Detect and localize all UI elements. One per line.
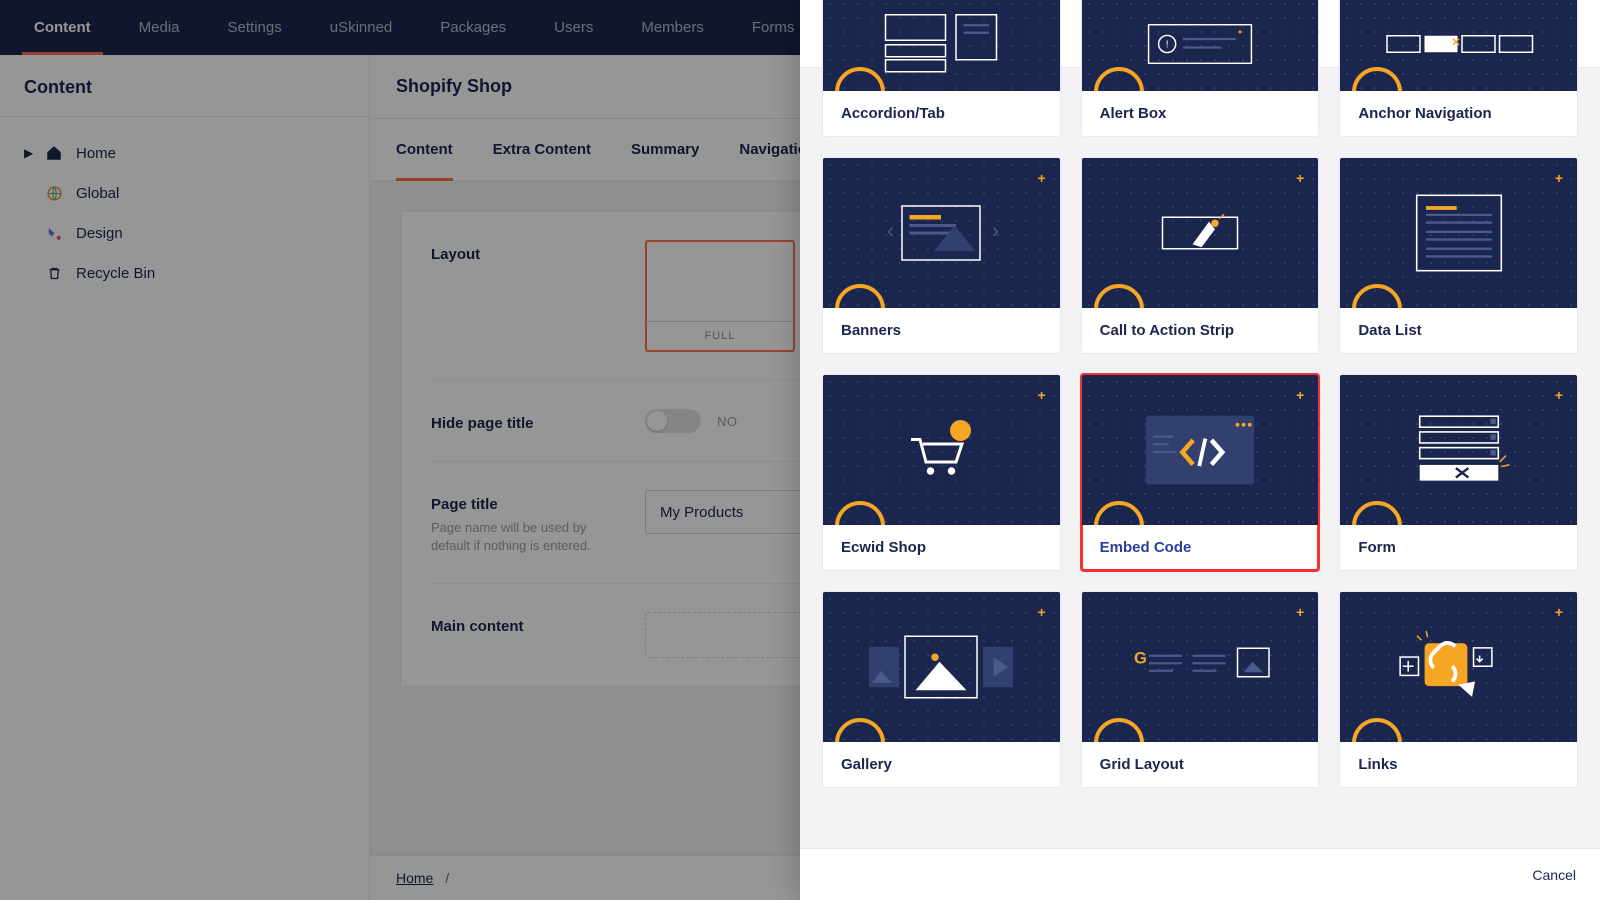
tile-label: Banners: [823, 308, 1060, 353]
anchor-icon: [1340, 0, 1577, 91]
content-tile[interactable]: +Form: [1339, 374, 1578, 571]
cancel-button[interactable]: Cancel: [1532, 867, 1576, 883]
datalist-icon: +: [1340, 158, 1577, 308]
tile-label: Embed Code: [1082, 525, 1319, 570]
slideover-body: Accordion/Tab! Alert Box Anchor Navigation…: [800, 0, 1600, 848]
tile-label: Links: [1340, 742, 1577, 787]
form-icon: +: [1340, 375, 1577, 525]
content-tile[interactable]: ! Alert Box: [1081, 0, 1320, 137]
tile-label: Data List: [1340, 308, 1577, 353]
content-tile[interactable]: +Data List: [1339, 157, 1578, 354]
cta-icon: +: [1082, 158, 1319, 308]
tile-label: Form: [1340, 525, 1577, 570]
tile-label: Anchor Navigation: [1340, 91, 1577, 136]
tile-label: Grid Layout: [1082, 742, 1319, 787]
svg-text:›: ›: [992, 220, 999, 243]
content-tile[interactable]: +‹›Banners: [822, 157, 1061, 354]
accordion-icon: [823, 0, 1060, 91]
content-tile[interactable]: +Gallery: [822, 591, 1061, 788]
content-tile[interactable]: +Call to Action Strip: [1081, 157, 1320, 354]
svg-text:!: !: [1166, 40, 1169, 51]
tile-label: Alert Box: [1082, 91, 1319, 136]
content-tile[interactable]: Anchor Navigation: [1339, 0, 1578, 137]
tile-label: Call to Action Strip: [1082, 308, 1319, 353]
content-tile[interactable]: Accordion/Tab: [822, 0, 1061, 137]
content-tile[interactable]: +Embed Code: [1081, 374, 1320, 571]
slideover-footer: Cancel: [800, 848, 1600, 900]
ecwid-icon: +: [823, 375, 1060, 525]
grid-icon: +G: [1082, 592, 1319, 742]
tile-label: Accordion/Tab: [823, 91, 1060, 136]
tile-label: Gallery: [823, 742, 1060, 787]
svg-text:‹: ‹: [887, 220, 894, 243]
tile-label: Ecwid Shop: [823, 525, 1060, 570]
content-tile[interactable]: +GGrid Layout: [1081, 591, 1320, 788]
content-tile[interactable]: +Links: [1339, 591, 1578, 788]
svg-text:G: G: [1134, 649, 1147, 667]
banner-icon: +‹›: [823, 158, 1060, 308]
add-content-panel: Add content ＋ Create empty Clipboard Acc…: [800, 0, 1600, 900]
content-tile[interactable]: +Ecwid Shop: [822, 374, 1061, 571]
embed-icon: +: [1082, 375, 1319, 525]
gallery-icon: +: [823, 592, 1060, 742]
alert-icon: !: [1082, 0, 1319, 91]
links-icon: +: [1340, 592, 1577, 742]
